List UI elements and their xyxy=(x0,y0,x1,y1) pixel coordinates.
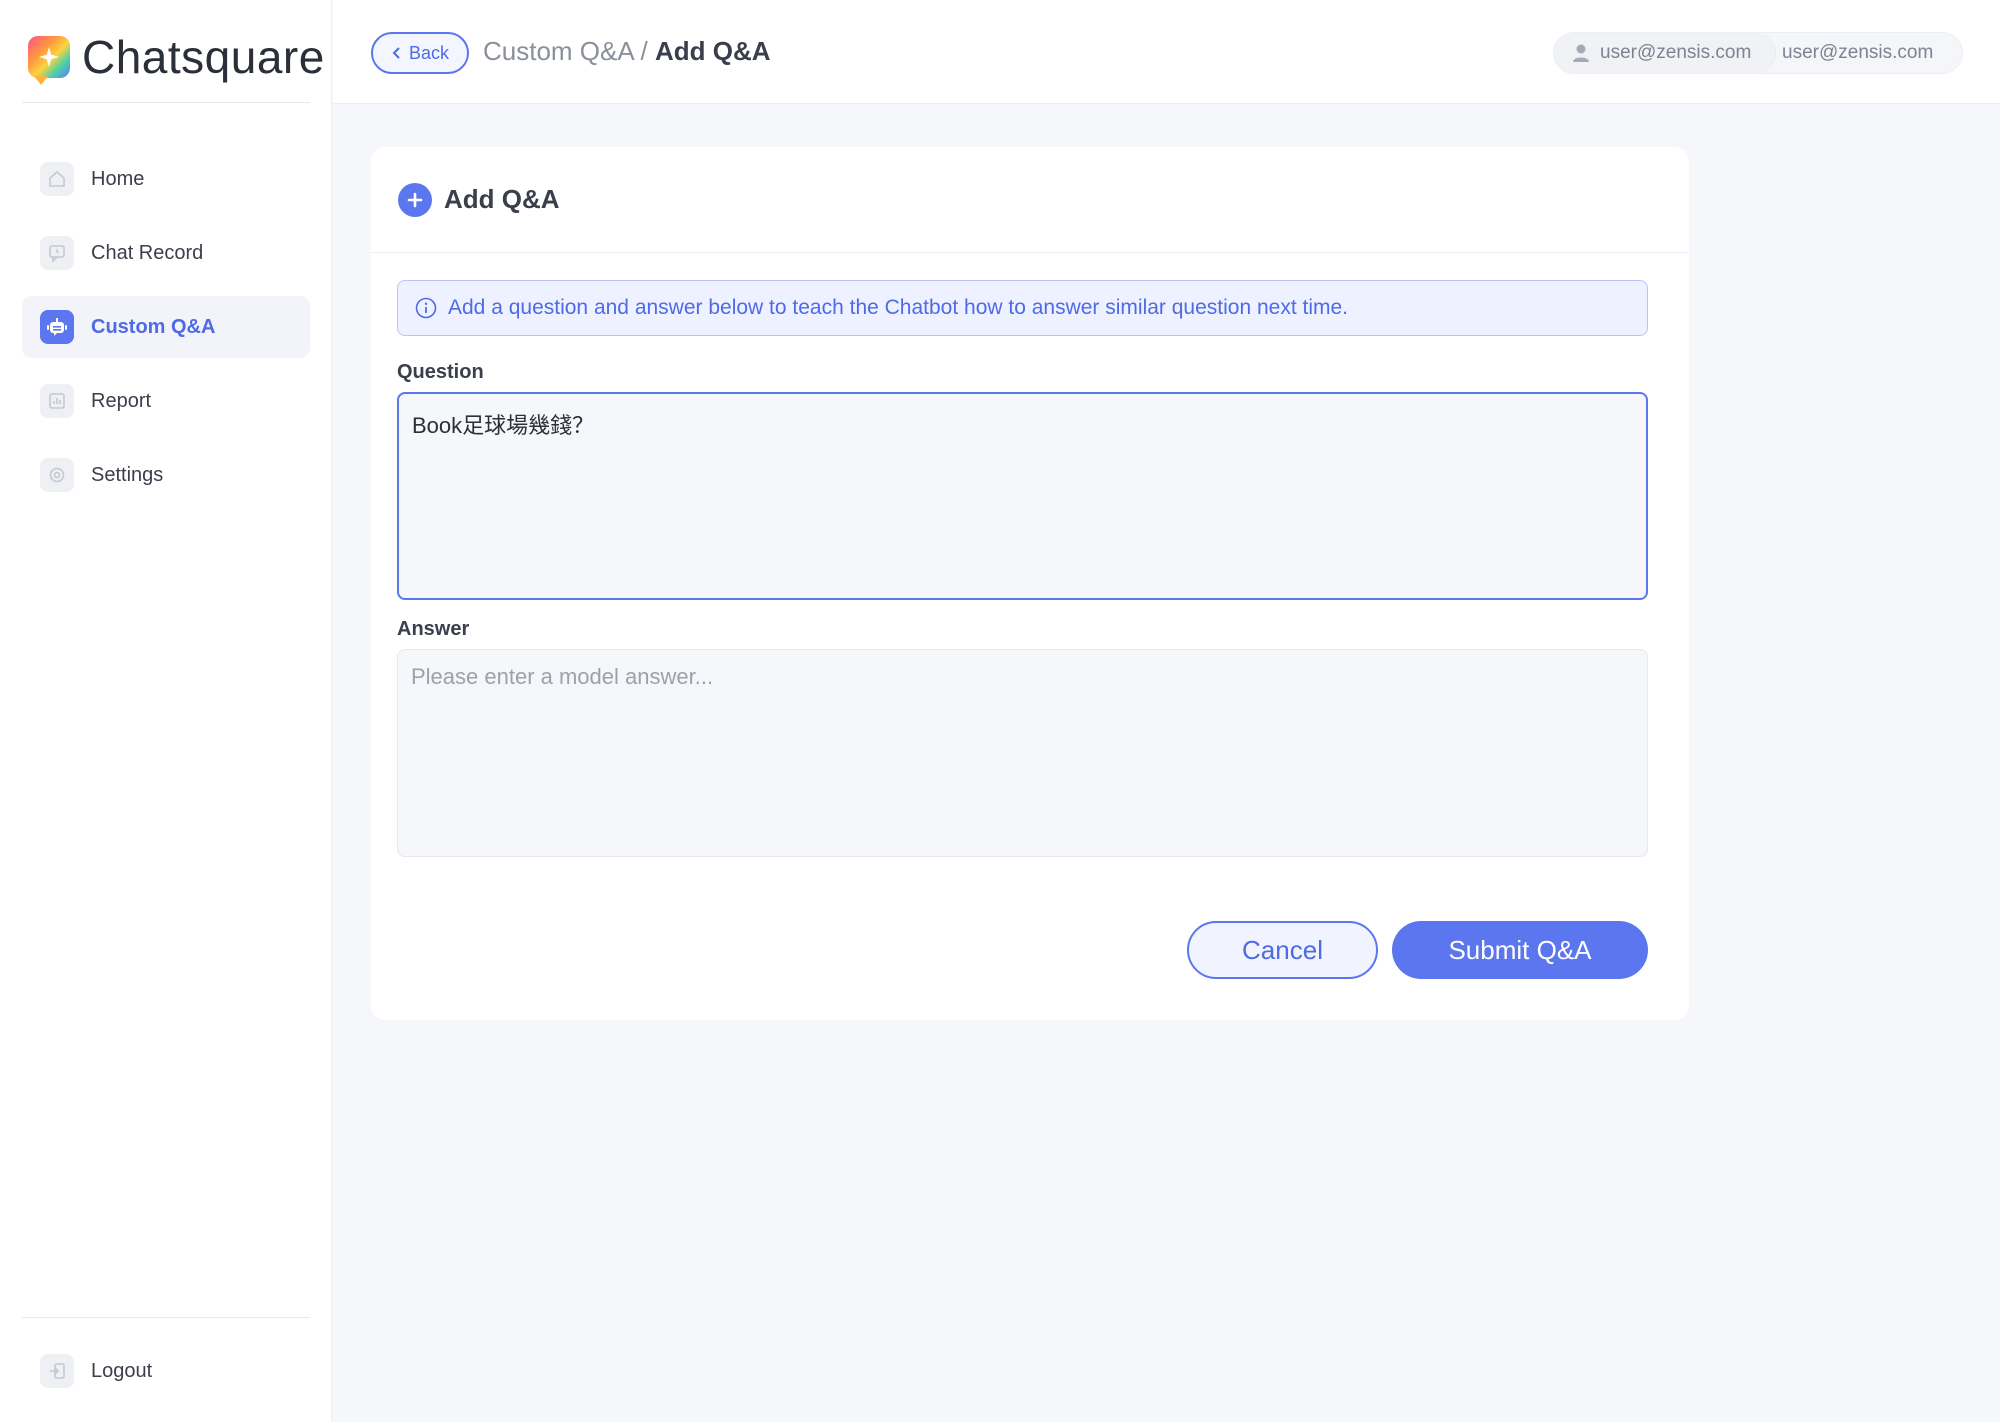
top-header: Back Custom Q&A / Add Q&A user@zensis.co… xyxy=(333,0,2000,104)
sidebar-item-home[interactable]: Home xyxy=(22,148,310,210)
sidebar-item-chat-record[interactable]: Chat Record xyxy=(22,222,310,284)
sidebar-item-label: Chat Record xyxy=(91,241,204,264)
card-title: Add Q&A xyxy=(444,184,560,214)
chat-record-icon xyxy=(40,236,74,270)
answer-input[interactable] xyxy=(397,649,1648,857)
card-header: Add Q&A xyxy=(371,147,1689,253)
sidebar-item-label: Settings xyxy=(91,463,164,486)
info-banner: Add a question and answer below to teach… xyxy=(397,280,1648,336)
submit-qa-button[interactable]: Submit Q&A xyxy=(1392,921,1648,979)
home-icon xyxy=(40,162,74,196)
breadcrumb-current: Add Q&A xyxy=(654,36,771,66)
user-email-secondary: user@zensis.com xyxy=(1782,42,1934,63)
logout-button[interactable]: Logout xyxy=(22,1340,310,1402)
back-button-label: Back xyxy=(408,42,450,63)
report-icon xyxy=(40,384,74,418)
question-input[interactable]: Book足球場幾錢？ xyxy=(397,392,1648,600)
sidebar-divider xyxy=(22,102,310,103)
robot-icon xyxy=(40,310,74,344)
logo-mark-icon xyxy=(28,36,70,85)
breadcrumb-parent[interactable]: Custom Q&A xyxy=(483,36,633,66)
user-account-pill[interactable]: user@zensis.com user@zensis.com xyxy=(1553,32,1963,74)
back-button[interactable]: Back xyxy=(371,32,469,74)
info-icon xyxy=(415,297,437,319)
sidebar-item-label: Home xyxy=(91,167,145,190)
logout-icon xyxy=(40,1354,74,1388)
cancel-button[interactable]: Cancel xyxy=(1187,921,1378,979)
logo[interactable]: Chatsquare xyxy=(28,30,325,85)
user-email: user@zensis.com xyxy=(1600,42,1752,63)
sidebar: Chatsquare Home Chat Record Custom Q&A R… xyxy=(0,0,332,1422)
sidebar-divider xyxy=(22,1317,310,1318)
breadcrumb: Custom Q&A / Add Q&A xyxy=(483,36,771,67)
settings-icon xyxy=(40,458,74,492)
logout-label: Logout xyxy=(91,1359,153,1382)
sidebar-nav: Home Chat Record Custom Q&A Report Setti… xyxy=(22,148,310,518)
breadcrumb-separator: / xyxy=(633,36,655,66)
chevron-left-icon xyxy=(392,47,400,59)
app-name: Chatsquare xyxy=(82,31,325,83)
user-account-segment[interactable]: user@zensis.com xyxy=(1554,33,1776,73)
sidebar-item-settings[interactable]: Settings xyxy=(22,444,310,506)
sidebar-item-custom-qa[interactable]: Custom Q&A xyxy=(22,296,310,358)
sidebar-item-label: Report xyxy=(91,389,152,412)
sidebar-item-report[interactable]: Report xyxy=(22,370,310,432)
add-qa-card: Add Q&A Add a question and answer below … xyxy=(371,147,1689,1020)
plus-circle-icon xyxy=(398,182,432,217)
user-icon xyxy=(1573,44,1589,62)
question-label: Question xyxy=(397,361,484,383)
sidebar-item-label: Custom Q&A xyxy=(91,315,216,338)
info-text: Add a question and answer below to teach… xyxy=(448,296,1349,319)
answer-label: Answer xyxy=(397,618,470,640)
